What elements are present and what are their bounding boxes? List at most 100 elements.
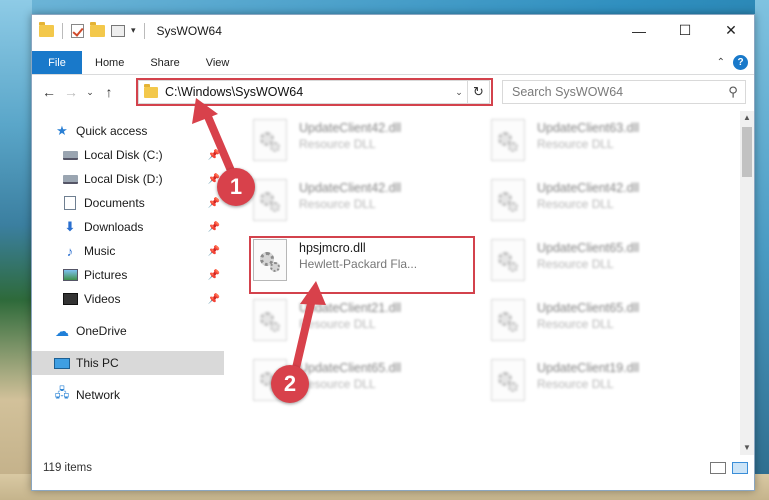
dll-file-icon xyxy=(491,299,525,341)
star-icon: ★ xyxy=(56,123,68,138)
file-name: UpdateClient63.dll xyxy=(537,121,640,135)
pin-icon[interactable]: 📌 xyxy=(208,294,220,305)
search-box[interactable]: ⚲ xyxy=(502,80,746,104)
file-type: Resource DLL xyxy=(299,137,376,151)
computer-icon xyxy=(54,356,70,370)
maximize-button[interactable]: ☐ xyxy=(662,15,708,46)
sidebar-item-documents[interactable]: Documents 📌 xyxy=(32,191,224,215)
list-item[interactable]: UpdateClient65.dll Resource DLL xyxy=(491,299,716,355)
sidebar-item-label: Local Disk (D:) xyxy=(84,172,163,186)
help-icon[interactable]: ? xyxy=(733,55,748,70)
drive-icon xyxy=(62,172,78,186)
scroll-up-icon[interactable]: ▲ xyxy=(740,111,754,125)
sidebar-item-label: This PC xyxy=(76,356,119,370)
file-name: UpdateClient42.dll xyxy=(537,181,640,195)
sidebar-item-label: Downloads xyxy=(84,220,144,234)
list-item[interactable]: UpdateClient21.dll Resource DLL xyxy=(253,299,478,355)
scroll-thumb[interactable] xyxy=(742,127,752,177)
sidebar-item-videos[interactable]: Videos 📌 xyxy=(32,287,224,311)
folder-icon xyxy=(39,21,54,37)
music-icon: ♪ xyxy=(66,243,74,259)
sidebar-item-pictures[interactable]: Pictures 📌 xyxy=(32,263,224,287)
list-item[interactable]: UpdateClient63.dll Resource DLL xyxy=(491,119,716,175)
pin-icon[interactable]: 📌 xyxy=(208,198,220,209)
tab-home[interactable]: Home xyxy=(82,51,137,74)
tab-file[interactable]: File xyxy=(32,51,82,74)
sidebar-item-local-disk-c[interactable]: Local Disk (C:) 📌 xyxy=(32,143,224,167)
desktop-background-left xyxy=(0,0,32,500)
sidebar-item-quick-access[interactable]: ★ Quick access xyxy=(32,119,224,143)
ribbon-right-controls: ⌃ ? xyxy=(717,51,754,74)
close-button[interactable]: ✕ xyxy=(708,15,754,46)
file-explorer-window: ▾ SysWOW64 — ☐ ✕ File Home Share View ⌃ … xyxy=(31,14,755,491)
sidebar-item-onedrive[interactable]: ☁ OneDrive xyxy=(32,319,224,343)
list-item[interactable]: UpdateClient42.dll Resource DLL xyxy=(491,179,716,235)
file-name: UpdateClient65.dll xyxy=(299,361,402,375)
recent-locations-button[interactable]: ⌄ xyxy=(82,87,98,98)
scroll-down-icon[interactable]: ▼ xyxy=(740,441,754,455)
up-button[interactable]: ↑ xyxy=(98,84,120,100)
pin-icon[interactable]: 📌 xyxy=(208,270,220,281)
list-item[interactable]: UpdateClient19.dll Resource DLL xyxy=(491,359,716,415)
file-type: Resource DLL xyxy=(537,317,614,331)
file-type: Hewlett-Packard Fla... xyxy=(299,257,418,271)
pin-icon[interactable]: 📌 xyxy=(208,150,220,161)
file-type: Resource DLL xyxy=(299,197,376,211)
properties-check-icon[interactable] xyxy=(71,23,84,38)
sidebar-item-label: Local Disk (C:) xyxy=(84,148,163,162)
address-dropdown-icon[interactable]: ⌄ xyxy=(451,87,467,98)
folder-icon xyxy=(144,83,158,98)
file-name: UpdateClient65.dll xyxy=(537,241,640,255)
address-bar[interactable]: C:\Windows\SysWOW64 ⌄ ↻ xyxy=(138,80,490,104)
file-name: UpdateClient42.dll xyxy=(299,181,402,195)
address-path[interactable]: C:\Windows\SysWOW64 xyxy=(165,85,303,99)
minimize-button[interactable]: — xyxy=(616,15,662,46)
item-count: 119 items xyxy=(43,462,93,474)
sidebar-item-label: Quick access xyxy=(76,124,148,138)
list-item[interactable]: UpdateClient42.dll Resource DLL xyxy=(253,119,478,175)
sidebar-item-network[interactable]: 🖧 Network xyxy=(32,383,224,407)
search-input[interactable] xyxy=(512,85,721,99)
refresh-button[interactable]: ↻ xyxy=(467,81,489,103)
sidebar-item-music[interactable]: ♪ Music 📌 xyxy=(32,239,224,263)
details-view-icon[interactable] xyxy=(710,462,726,474)
file-type: Resource DLL xyxy=(299,377,376,391)
file-name: UpdateClient19.dll xyxy=(537,361,640,375)
quick-access-toolbar: ▾ xyxy=(32,21,147,39)
file-type: Resource DLL xyxy=(299,317,376,331)
list-item[interactable]: UpdateClient42.dll Resource DLL xyxy=(253,179,478,235)
file-type: Resource DLL xyxy=(537,257,614,271)
sidebar-item-label: Music xyxy=(84,244,116,258)
vertical-scrollbar[interactable]: ▲ ▼ xyxy=(740,111,754,455)
sidebar-item-downloads[interactable]: ⬇ Downloads 📌 xyxy=(32,215,224,239)
search-icon[interactable]: ⚲ xyxy=(721,84,745,100)
back-button[interactable]: ← xyxy=(38,84,60,100)
tab-share[interactable]: Share xyxy=(137,51,192,74)
forward-button[interactable]: → xyxy=(60,84,82,100)
download-icon: ⬇ xyxy=(64,219,76,234)
list-item-hpsjmcro[interactable]: hpsjmcro.dll Hewlett-Packard Fla... xyxy=(253,239,478,295)
window-controls: — ☐ ✕ xyxy=(616,15,754,46)
sidebar-item-local-disk-d[interactable]: Local Disk (D:) 📌 xyxy=(32,167,224,191)
dll-file-icon xyxy=(253,299,287,341)
collapse-ribbon-icon[interactable]: ⌃ xyxy=(717,57,725,68)
toolbar-divider xyxy=(62,22,63,39)
status-bar: 119 items xyxy=(32,457,754,479)
new-folder-icon[interactable] xyxy=(90,21,105,37)
dll-file-icon xyxy=(491,179,525,221)
customize-icon[interactable] xyxy=(111,24,125,37)
dll-file-icon xyxy=(253,119,287,161)
pin-icon[interactable]: 📌 xyxy=(208,222,220,233)
sidebar-item-this-pc[interactable]: This PC xyxy=(32,351,224,375)
window-title: SysWOW64 xyxy=(156,23,222,38)
tab-view[interactable]: View xyxy=(193,51,243,74)
file-type: Resource DLL xyxy=(537,377,614,391)
large-icons-view-icon[interactable] xyxy=(732,462,748,474)
dll-file-icon xyxy=(253,239,287,281)
dll-file-icon xyxy=(491,359,525,401)
ribbon-tabs: File Home Share View ⌃ ? xyxy=(32,51,754,75)
file-name: UpdateClient65.dll xyxy=(537,301,640,315)
pin-icon[interactable]: 📌 xyxy=(208,246,220,257)
list-item[interactable]: UpdateClient65.dll Resource DLL xyxy=(491,239,716,295)
chevron-down-icon[interactable]: ▾ xyxy=(131,25,136,36)
